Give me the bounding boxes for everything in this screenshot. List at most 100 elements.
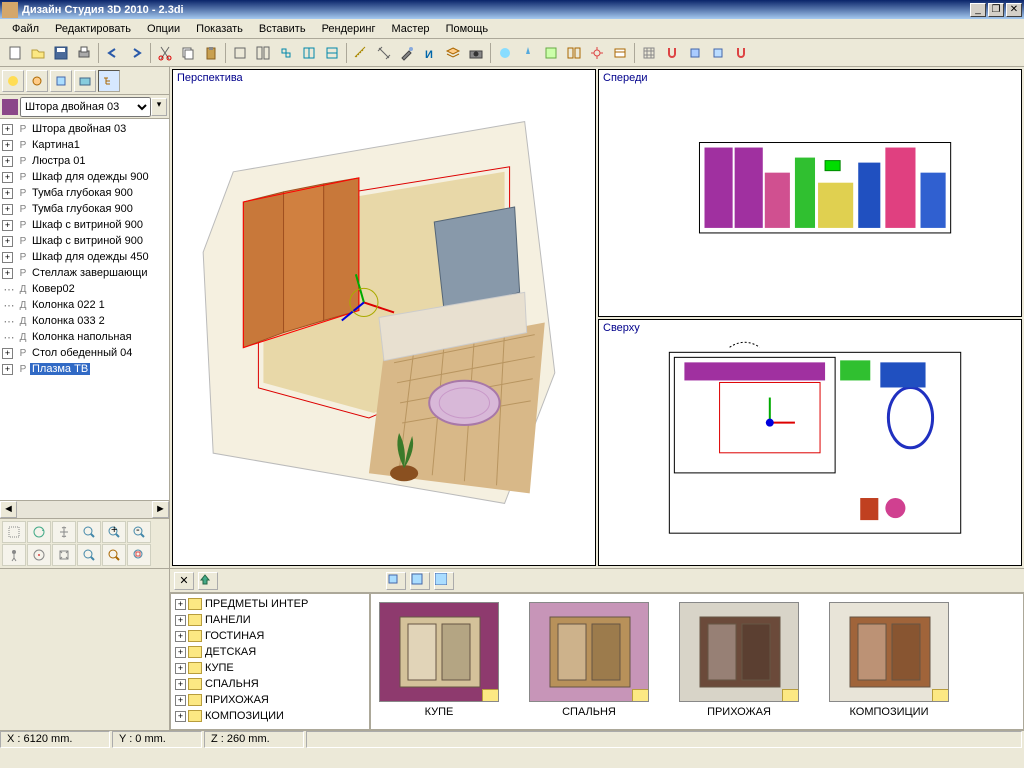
scene-item-label[interactable]: Колонка напольная <box>30 331 134 343</box>
expand-icon[interactable]: + <box>175 599 186 610</box>
tool-d[interactable] <box>298 42 320 64</box>
view-small-button[interactable] <box>386 572 406 590</box>
camera-tool[interactable] <box>465 42 487 64</box>
viewport-top[interactable]: Сверху <box>598 319 1022 567</box>
gallery-item-3[interactable]: КОМПОЗИЦИИ <box>829 602 949 721</box>
expand-icon[interactable]: + <box>2 236 13 247</box>
tool-e[interactable] <box>321 42 343 64</box>
category-tree[interactable]: +ПРЕДМЕТЫ ИНТЕР+ПАНЕЛИ+ГОСТИНАЯ+ДЕТСКАЯ+… <box>170 593 370 730</box>
group-tool[interactable] <box>563 42 585 64</box>
viewport-front[interactable]: Спереди <box>598 69 1022 317</box>
minimize-button[interactable]: _ <box>970 3 986 17</box>
text-tool[interactable]: И <box>419 42 441 64</box>
category-item-6[interactable]: +ПРИХОЖАЯ <box>173 692 367 708</box>
expand-icon[interactable]: + <box>175 631 186 642</box>
print-button[interactable] <box>73 42 95 64</box>
zoom-selected-tool[interactable] <box>127 544 151 566</box>
scene-item-5[interactable]: +PТумба глубокая 900 <box>2 201 167 217</box>
tool-c[interactable] <box>275 42 297 64</box>
render-button[interactable] <box>494 42 516 64</box>
scene-item-label[interactable]: Картина1 <box>30 139 82 151</box>
gallery[interactable]: КУПЕСПАЛЬНЯПРИХОЖАЯКОМПОЗИЦИИ <box>370 593 1024 730</box>
scene-item-label[interactable]: Стеллаж завершающи <box>30 267 149 279</box>
expand-icon[interactable]: + <box>175 711 186 722</box>
object-dropdown-button[interactable]: ▾ <box>151 98 167 116</box>
viewport-perspective[interactable]: Перспектива <box>172 69 596 566</box>
select-tool[interactable] <box>2 521 26 543</box>
walk-tool[interactable] <box>2 544 26 566</box>
open-button[interactable] <box>27 42 49 64</box>
scene-item-label[interactable]: Штора двойная 03 <box>30 123 128 135</box>
expand-icon[interactable]: + <box>175 663 186 674</box>
scene-item-label[interactable]: Шкаф для одежды 450 <box>30 251 151 263</box>
expand-icon[interactable]: + <box>2 204 13 215</box>
dimension-tool[interactable] <box>373 42 395 64</box>
scroll-right[interactable]: ► <box>152 501 169 518</box>
scene-item-3[interactable]: +PШкаф для одежды 900 <box>2 169 167 185</box>
scene-item-label[interactable]: Шкаф для одежды 900 <box>30 171 151 183</box>
scene-item-4[interactable]: +PТумба глубокая 900 <box>2 185 167 201</box>
expand-icon[interactable]: + <box>175 647 186 658</box>
scene-item-8[interactable]: +PШкаф для одежды 450 <box>2 249 167 265</box>
close-button[interactable]: ✕ <box>1006 3 1022 17</box>
light-tool[interactable] <box>517 42 539 64</box>
snap3-button[interactable] <box>707 42 729 64</box>
expand-icon[interactable]: + <box>2 124 13 135</box>
copy-button[interactable] <box>177 42 199 64</box>
expand-icon[interactable]: + <box>175 679 186 690</box>
expand-icon[interactable]: + <box>2 188 13 199</box>
measure-tool[interactable] <box>350 42 372 64</box>
scene-item-label[interactable]: Шкаф с витриной 900 <box>30 219 145 231</box>
scene-item-12[interactable]: ⋯ДКолонка 033 2 <box>2 313 167 329</box>
zoom-window-tool[interactable] <box>102 544 126 566</box>
scroll-track[interactable] <box>17 501 152 518</box>
scene-tree[interactable]: +PШтора двойная 03+PКартина1+PЛюстра 01+… <box>0 119 169 500</box>
scene-item-6[interactable]: +PШкаф с витриной 900 <box>2 217 167 233</box>
tab-lights[interactable] <box>26 70 48 92</box>
zoom-tool[interactable] <box>77 521 101 543</box>
view-large-button[interactable] <box>434 572 454 590</box>
tab-scene-tree[interactable] <box>98 70 120 92</box>
cut-button[interactable] <box>154 42 176 64</box>
expand-icon[interactable]: + <box>2 348 13 359</box>
scene-item-label[interactable]: Тумба глубокая 900 <box>30 203 135 215</box>
redo-button[interactable] <box>125 42 147 64</box>
category-item-7[interactable]: +КОМПОЗИЦИИ <box>173 708 367 724</box>
gallery-item-2[interactable]: ПРИХОЖАЯ <box>679 602 799 721</box>
expand-icon[interactable]: + <box>175 695 186 706</box>
scene-item-14[interactable]: +PСтол обеденный 04 <box>2 345 167 361</box>
menu-show[interactable]: Показать <box>188 21 251 37</box>
scene-item-label[interactable]: Ковер02 <box>30 283 77 295</box>
rotate-tool[interactable] <box>27 521 51 543</box>
tool-b[interactable] <box>252 42 274 64</box>
snap-button[interactable] <box>661 42 683 64</box>
zoom-extents-tool[interactable] <box>77 544 101 566</box>
scene-item-0[interactable]: +PШтора двойная 03 <box>2 121 167 137</box>
new-button[interactable] <box>4 42 26 64</box>
scene-item-1[interactable]: +PКартина1 <box>2 137 167 153</box>
tab-views[interactable] <box>74 70 96 92</box>
menu-edit[interactable]: Редактировать <box>47 21 139 37</box>
scene-item-label[interactable]: Шкаф с витриной 900 <box>30 235 145 247</box>
expand-icon[interactable]: + <box>2 172 13 183</box>
category-item-1[interactable]: +ПАНЕЛИ <box>173 612 367 628</box>
snap4-button[interactable] <box>730 42 752 64</box>
scene-item-label[interactable]: Колонка 033 2 <box>30 315 107 327</box>
close-panel-button[interactable]: ✕ <box>174 572 194 590</box>
material-tool[interactable] <box>540 42 562 64</box>
expand-icon[interactable]: + <box>2 252 13 263</box>
zoom-in-tool[interactable]: + <box>102 521 126 543</box>
left-hscroll[interactable]: ◄ ► <box>0 500 169 518</box>
layer-tool[interactable] <box>442 42 464 64</box>
scene-item-label[interactable]: Стол обеденный 04 <box>30 347 134 359</box>
catalog-button[interactable] <box>609 42 631 64</box>
fit-tool[interactable] <box>52 544 76 566</box>
gallery-item-0[interactable]: КУПЕ <box>379 602 499 721</box>
scroll-left[interactable]: ◄ <box>0 501 17 518</box>
category-item-3[interactable]: +ДЕТСКАЯ <box>173 644 367 660</box>
scene-item-label[interactable]: Плазма ТВ <box>30 363 90 375</box>
picker-tool[interactable] <box>396 42 418 64</box>
menu-render[interactable]: Рендеринг <box>314 21 384 37</box>
tool-a[interactable] <box>229 42 251 64</box>
menu-file[interactable]: Файл <box>4 21 47 37</box>
